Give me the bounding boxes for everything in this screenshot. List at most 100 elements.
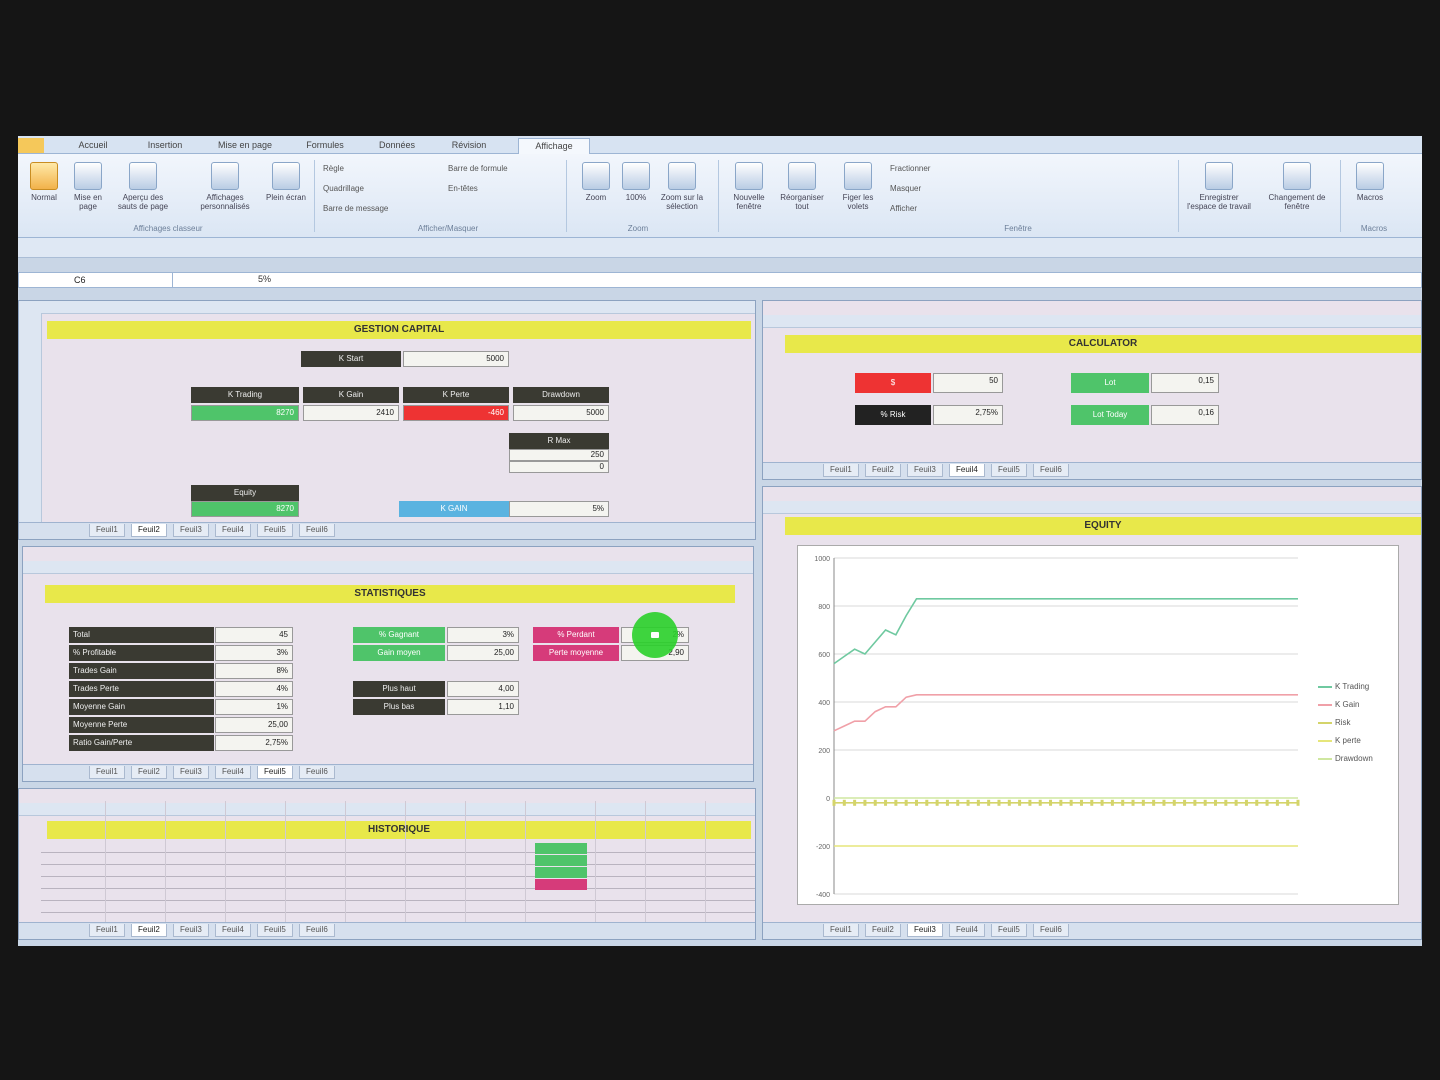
sheet-tab[interactable]: Feuil3 [907, 464, 943, 477]
stat-value[interactable]: 4% [215, 681, 293, 697]
name-box[interactable]: C6 [18, 272, 173, 288]
sheet-tab[interactable]: Feuil3 [173, 766, 209, 779]
table-row[interactable] [41, 889, 755, 901]
sheet-tab[interactable]: Feuil6 [1033, 924, 1069, 937]
stat-value[interactable]: 8% [215, 663, 293, 679]
stat-value[interactable]: 25,00 [215, 717, 293, 733]
window-equity[interactable]: EQUITY 1000 800 600 400 200 0 -200 -400 K Tradi… [762, 486, 1422, 940]
window-gestion-capital[interactable]: GESTION CAPITAL K Start 5000 K Trading K… [18, 300, 756, 540]
normal-view-button[interactable]: Normal [22, 158, 66, 220]
sheet-tab[interactable]: Feuil5 [257, 524, 293, 537]
stat-value[interactable]: 1% [215, 699, 293, 715]
k-gain-total-value[interactable]: 5% [509, 501, 609, 517]
window-historique[interactable]: HISTORIQUE Feuil1 Feuil2 Feuil3 Feuil4 F… [18, 788, 756, 940]
sheet-tab[interactable]: Feuil4 [949, 924, 985, 937]
tab-affichage[interactable]: Affichage [518, 138, 590, 154]
check-quadrillage[interactable]: Quadrillage [323, 184, 364, 193]
pct-gagnant-value[interactable]: 3% [447, 627, 519, 643]
tab-formules[interactable]: Formules [290, 138, 360, 153]
custom-views-button[interactable]: Affichages personnalisés [198, 158, 252, 220]
plus-haut-value[interactable]: 4,00 [447, 681, 519, 697]
plus-bas-value[interactable]: 1,10 [447, 699, 519, 715]
formula-value[interactable]: 5% [258, 272, 298, 288]
zoom-100-button[interactable]: 100% [614, 158, 658, 220]
stat-value[interactable]: 2,75% [215, 735, 293, 751]
gain-cell[interactable] [535, 867, 587, 878]
drawdown-value[interactable]: 5000 [513, 405, 609, 421]
page-layout-button[interactable]: Mise en page [66, 158, 110, 220]
table-row[interactable] [41, 877, 755, 889]
check-masquer[interactable]: Masquer [890, 184, 921, 193]
sheet-tab[interactable]: Feuil2 [131, 766, 167, 779]
table-row[interactable] [41, 865, 755, 877]
zoom-selection-button[interactable]: Zoom sur la sélection [656, 158, 708, 220]
formula-bar[interactable] [18, 272, 1422, 288]
sheet-tab[interactable]: Feuil6 [299, 524, 335, 537]
sheet-tab[interactable]: Feuil2 [865, 924, 901, 937]
k-gain-value[interactable]: 2410 [303, 405, 399, 421]
chart-area[interactable]: 1000 800 600 400 200 0 -200 -400 K Trading K Gai… [797, 545, 1399, 905]
sheet-tab[interactable]: Feuil1 [89, 924, 125, 937]
gain-cell[interactable] [535, 843, 587, 854]
risk-value[interactable]: 250 [509, 449, 609, 461]
sheet-tab[interactable]: Feuil1 [89, 766, 125, 779]
sheet-tab-active[interactable]: Feuil5 [257, 766, 293, 779]
sheet-tab[interactable]: Feuil5 [991, 924, 1027, 937]
check-barre-formule[interactable]: Barre de formule [448, 164, 508, 173]
sheet-tab[interactable]: Feuil1 [89, 524, 125, 537]
sheet-tab[interactable]: Feuil1 [823, 924, 859, 937]
check-barre-message[interactable]: Barre de message [323, 204, 388, 213]
tab-accueil[interactable]: Accueil [58, 138, 128, 153]
sheet-tab-active[interactable]: Feuil4 [949, 464, 985, 477]
sheet-tab[interactable]: Feuil3 [173, 924, 209, 937]
calc-lot-today-value[interactable]: 0,16 [1151, 405, 1219, 425]
freeze-panes-button[interactable]: Figer les volets [832, 158, 884, 220]
save-workspace-button[interactable]: Enregistrer l'espace de travail [1184, 158, 1254, 220]
new-window-button[interactable]: Nouvelle fenêtre [724, 158, 774, 220]
calc-lot-value[interactable]: 0,15 [1151, 373, 1219, 393]
stat-value[interactable]: 3% [215, 645, 293, 661]
loss-cell[interactable] [535, 879, 587, 890]
macros-button[interactable]: Macros [1348, 158, 1392, 220]
arrange-all-button[interactable]: Réorganiser tout [774, 158, 830, 220]
table-row[interactable] [41, 853, 755, 865]
sheet-tab[interactable]: Feuil3 [173, 524, 209, 537]
page-break-button[interactable]: Aperçu des sauts de page [116, 158, 170, 220]
sheet-tab-active[interactable]: Feuil2 [131, 524, 167, 537]
sheet-tab[interactable]: Feuil4 [215, 766, 251, 779]
check-fractionner[interactable]: Fractionner [890, 164, 930, 173]
sheet-tab[interactable]: Feuil6 [1033, 464, 1069, 477]
risk-value[interactable]: 0 [509, 461, 609, 473]
stat-value[interactable]: 45 [215, 627, 293, 643]
calc-risk-value[interactable]: 2,75% [933, 405, 1003, 425]
sheet-tab[interactable]: Feuil5 [257, 924, 293, 937]
window-calculator[interactable]: CALCULATOR $ 50 % Risk 2,75% Lot 0,15 Lo… [762, 300, 1422, 480]
check-afficher[interactable]: Afficher [890, 204, 917, 213]
full-screen-button[interactable]: Plein écran [264, 158, 308, 220]
calc-dollar-value[interactable]: 50 [933, 373, 1003, 393]
k-start-value[interactable]: 5000 [403, 351, 509, 367]
tab-insertion[interactable]: Insertion [130, 138, 200, 153]
zoom-button[interactable]: Zoom [574, 158, 618, 220]
office-button[interactable] [18, 138, 44, 153]
check-en-tetes[interactable]: En-têtes [448, 184, 478, 193]
k-trading-value[interactable]: 8270 [191, 405, 299, 421]
sheet-tab[interactable]: Feuil6 [299, 766, 335, 779]
table-row[interactable] [41, 901, 755, 913]
sheet-tab-active[interactable]: Feuil3 [907, 924, 943, 937]
sheet-tab-active[interactable]: Feuil2 [131, 924, 167, 937]
switch-window-button[interactable]: Changement de fenêtre [1262, 158, 1332, 220]
gain-cell[interactable] [535, 855, 587, 866]
sheet-tab[interactable]: Feuil4 [215, 524, 251, 537]
equity-value[interactable]: 8270 [191, 501, 299, 517]
tab-revision[interactable]: Révision [434, 138, 504, 153]
sheet-tab[interactable]: Feuil6 [299, 924, 335, 937]
check-regle[interactable]: Règle [323, 164, 344, 173]
table-row[interactable] [41, 841, 755, 853]
sheet-tab[interactable]: Feuil2 [865, 464, 901, 477]
tab-mise-en-page[interactable]: Mise en page [202, 138, 288, 153]
sheet-tab[interactable]: Feuil1 [823, 464, 859, 477]
gain-moyen-value[interactable]: 25,00 [447, 645, 519, 661]
sheet-tab[interactable]: Feuil5 [991, 464, 1027, 477]
sheet-tab[interactable]: Feuil4 [215, 924, 251, 937]
